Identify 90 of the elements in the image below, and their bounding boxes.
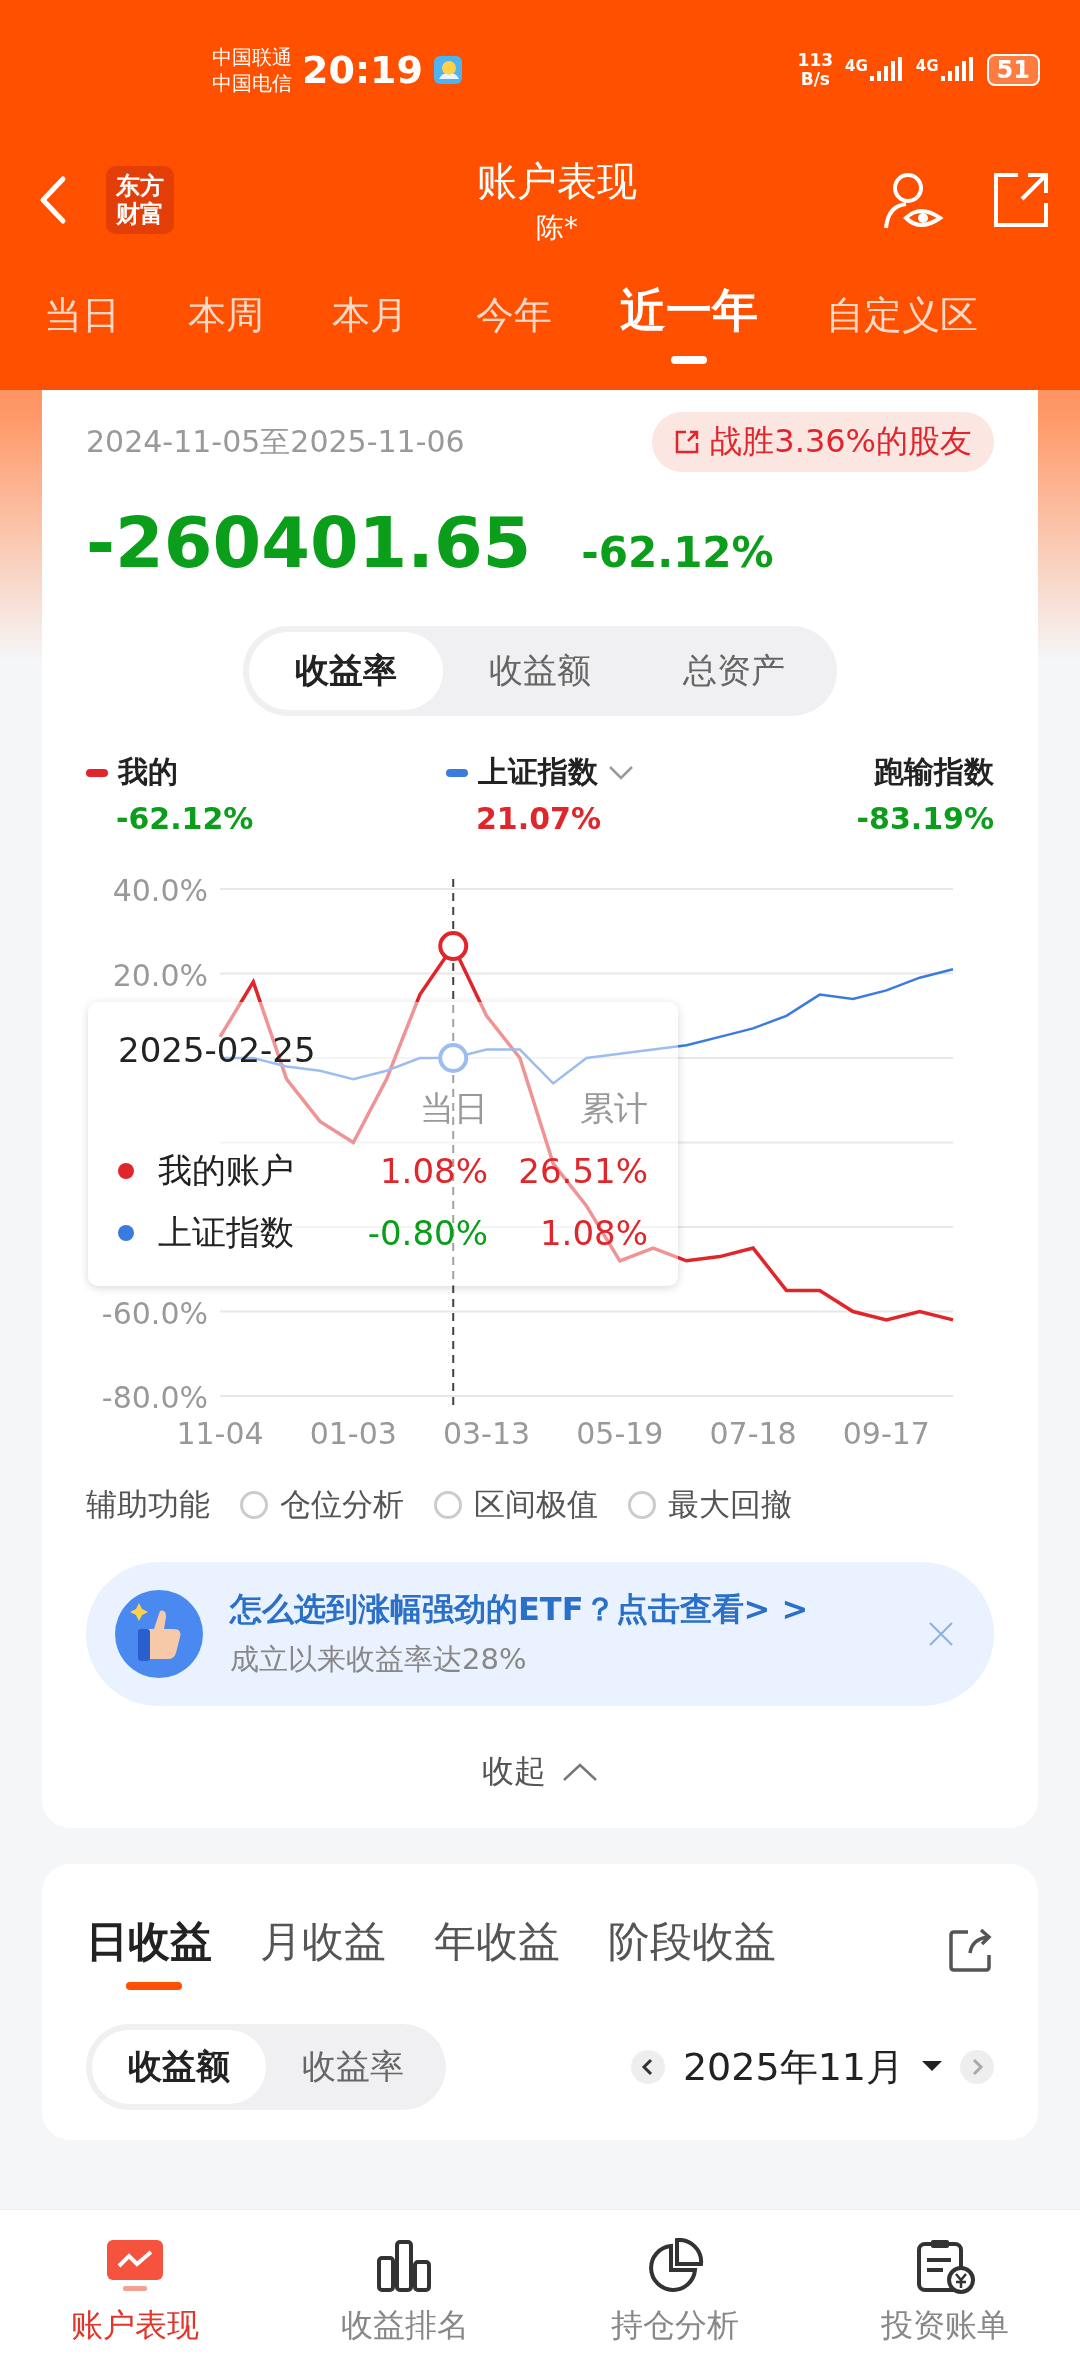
earnings-tab[interactable]: 年收益 xyxy=(410,1904,584,1996)
legend-value: -62.12% xyxy=(115,801,254,836)
earnings-tab[interactable]: 阶段收益 xyxy=(584,1904,800,1996)
series-name: 我的账户 xyxy=(158,1149,294,1192)
metric-tab[interactable]: 收益额 xyxy=(443,632,637,710)
nav-label: 持仓分析 xyxy=(611,2305,739,2346)
promo-subtitle: 成立以来收益率达28% xyxy=(230,1641,528,1678)
period-tab[interactable]: 近一年 xyxy=(586,280,792,370)
profit-percent: -62.12% xyxy=(581,528,774,577)
mode-tab[interactable]: 收益率 xyxy=(266,2030,440,2104)
nav-label: 账户表现 xyxy=(71,2305,199,2346)
option-label: 仓位分析 xyxy=(280,1485,404,1524)
nav-item[interactable]: 收益排名 xyxy=(341,2238,469,2348)
earnings-tab[interactable]: 日收益 xyxy=(86,1904,236,1996)
earnings-tab[interactable]: 月收益 xyxy=(236,1904,410,1996)
signal-icon xyxy=(940,57,975,83)
column-header: 当日 xyxy=(419,1087,488,1130)
back-icon[interactable] xyxy=(38,175,68,225)
legend-value: -83.19% xyxy=(855,801,994,836)
weather-icon xyxy=(432,55,463,85)
legend-label: 我的 xyxy=(118,753,178,791)
network-type: 4G xyxy=(915,57,939,75)
column-header: 累计 xyxy=(579,1087,648,1130)
rank-text: 战胜3.36%的股友 xyxy=(710,421,972,462)
radio-option[interactable]: 仓位分析 xyxy=(240,1484,404,1526)
clock-time: 20:19 xyxy=(302,48,423,92)
axis-label: 20.0% xyxy=(112,957,208,993)
page-title: 账户表现 xyxy=(477,156,637,206)
month-selector[interactable]: 2025年11月 xyxy=(682,2041,904,2093)
tooltip-value: 26.51% xyxy=(517,1151,648,1191)
nav-item[interactable]: 账户表现 xyxy=(71,2238,199,2348)
trend-chart-icon xyxy=(105,2238,165,2294)
share-icon xyxy=(674,429,701,455)
tooltip-value: -0.80% xyxy=(366,1213,488,1253)
legend-value: 21.07% xyxy=(475,801,602,836)
next-icon[interactable] xyxy=(960,2050,994,2084)
mode-tab[interactable]: 收益额 xyxy=(92,2030,266,2104)
radio-option[interactable]: 区间极值 xyxy=(434,1484,598,1526)
radio-option[interactable]: 最大回撤 xyxy=(628,1484,792,1526)
thumbs-up-icon xyxy=(114,1589,204,1679)
tooltip-value: 1.08% xyxy=(539,1213,648,1253)
chevron-up-icon xyxy=(562,1762,598,1782)
axis-label: 03-13 xyxy=(442,1416,531,1451)
collapse-button[interactable]: 收起 xyxy=(86,1750,994,1794)
promo-title: 怎么选到涨幅强劲的ETF？点击查看> > xyxy=(230,1589,810,1630)
carrier-name: 中国联通 xyxy=(212,44,292,70)
axis-label: 40.0% xyxy=(112,873,208,908)
metric-tab[interactable]: 总资产 xyxy=(637,632,831,710)
axis-label: -60.0% xyxy=(101,1295,208,1331)
tooltip-value: 1.08% xyxy=(379,1151,488,1191)
battery-indicator: 51 xyxy=(986,54,1040,86)
promo-banner[interactable]: 怎么选到涨幅强劲的ETF？点击查看> > 成立以来收益率达28% xyxy=(86,1562,994,1706)
nav-item[interactable]: 持仓分析 xyxy=(611,2238,739,2348)
nav-label: 投资账单 xyxy=(881,2305,1009,2346)
axis-label: 11-04 xyxy=(176,1416,264,1451)
bill-icon xyxy=(915,2238,975,2294)
share-icon[interactable] xyxy=(948,1927,994,1973)
rank-badge[interactable]: 战胜3.36%的股友 xyxy=(652,412,994,472)
chevron-down-icon[interactable] xyxy=(608,764,634,781)
network-speed: B/s xyxy=(800,70,830,89)
network-speed: 113 xyxy=(797,51,834,70)
axis-label: 01-03 xyxy=(309,1416,397,1451)
option-label: 最大回撤 xyxy=(668,1485,792,1524)
axis-label: 07-18 xyxy=(709,1416,797,1451)
collapse-label: 收起 xyxy=(482,1751,546,1792)
close-icon[interactable] xyxy=(928,1621,954,1647)
previous-icon[interactable] xyxy=(630,2050,665,2084)
nav-item[interactable]: 投资账单 xyxy=(881,2238,1009,2348)
legend-label: 上证指数 xyxy=(478,753,598,791)
network-type: 4G xyxy=(845,57,868,75)
tooltip-date: 2025-02-25 xyxy=(118,1030,316,1070)
axis-label: 05-19 xyxy=(576,1416,664,1451)
date-range: 2024-11-05至2025-11-06 xyxy=(86,422,465,461)
point-marker xyxy=(438,1043,469,1073)
option-label: 区间极值 xyxy=(474,1485,598,1524)
aux-label: 辅助功能 xyxy=(86,1485,210,1524)
signal-icon xyxy=(869,57,904,83)
caret-down-icon[interactable] xyxy=(922,2061,942,2073)
app-logo: 东方财富 xyxy=(106,166,174,234)
point-marker xyxy=(438,931,469,962)
carrier-name: 中国电信 xyxy=(212,70,292,96)
series-name: 上证指数 xyxy=(158,1211,294,1254)
account-name: 陈* xyxy=(536,209,578,246)
axis-label: -80.0% xyxy=(101,1380,208,1415)
metric-tab[interactable]: 收益率 xyxy=(249,632,443,710)
profit-amount: -260401.65 xyxy=(86,502,532,584)
axis-label: 09-17 xyxy=(842,1416,930,1451)
legend-label: 跑输指数 xyxy=(874,753,994,791)
share-icon[interactable] xyxy=(992,171,1050,229)
nav-label: 收益排名 xyxy=(341,2305,469,2346)
